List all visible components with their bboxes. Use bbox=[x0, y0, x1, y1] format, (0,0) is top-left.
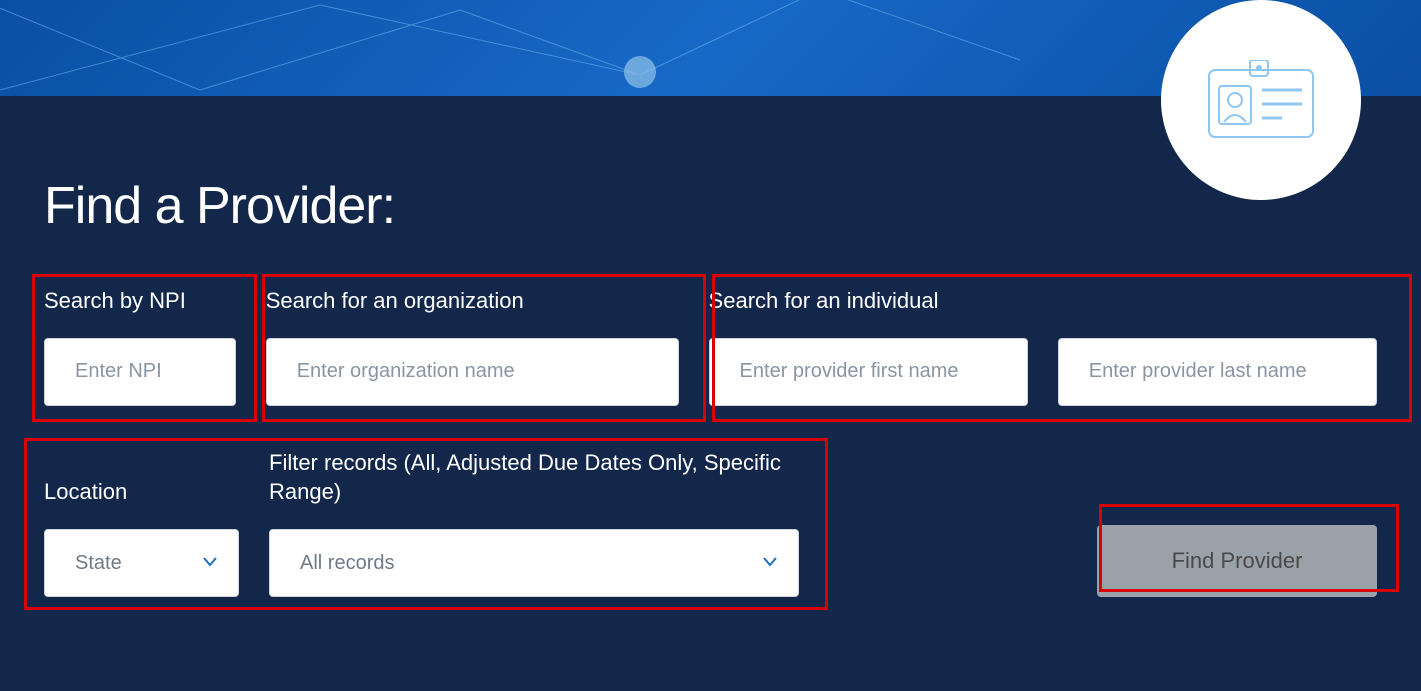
state-select[interactable]: State bbox=[44, 529, 239, 597]
organization-input[interactable] bbox=[266, 338, 679, 406]
organization-field-group: Search for an organization bbox=[266, 286, 679, 406]
npi-input[interactable] bbox=[44, 338, 236, 406]
npi-label: Search by NPI bbox=[44, 286, 236, 316]
individual-field-group: Search for an individual bbox=[709, 286, 1377, 406]
filter-label: Filter records (All, Adjusted Due Dates … bbox=[269, 448, 789, 507]
find-provider-button[interactable]: Find Provider bbox=[1097, 525, 1377, 597]
submit-group: Find Provider bbox=[1097, 525, 1377, 597]
filter-field-group: Filter records (All, Adjusted Due Dates … bbox=[269, 448, 799, 597]
npi-field-group: Search by NPI bbox=[44, 286, 236, 406]
top-banner bbox=[0, 0, 1421, 96]
page-title: Find a Provider: bbox=[44, 176, 1377, 236]
last-name-input[interactable] bbox=[1058, 338, 1377, 406]
filter-select[interactable]: All records bbox=[269, 529, 799, 597]
header-badge bbox=[1161, 0, 1361, 200]
individual-label: Search for an individual bbox=[709, 286, 1377, 316]
id-badge-icon bbox=[1206, 60, 1316, 140]
organization-label: Search for an organization bbox=[266, 286, 679, 316]
location-field-group: Location State bbox=[44, 477, 239, 597]
location-label: Location bbox=[44, 477, 239, 507]
first-name-input[interactable] bbox=[709, 338, 1028, 406]
